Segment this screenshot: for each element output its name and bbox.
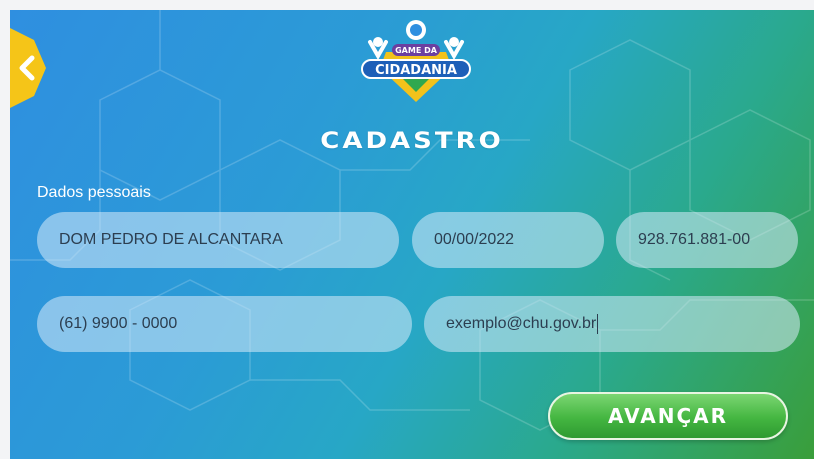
birthdate-field[interactable]: 00/00/2022 bbox=[412, 212, 604, 268]
phone-field[interactable]: (61) 9900 - 0000 bbox=[37, 296, 412, 352]
name-field[interactable]: DOM PEDRO DE ALCANTARA bbox=[37, 212, 399, 268]
advance-button-label: AVANÇAR bbox=[607, 404, 728, 428]
name-value: DOM PEDRO DE ALCANTARA bbox=[59, 231, 283, 248]
advance-button[interactable]: AVANÇAR bbox=[548, 392, 788, 440]
email-field[interactable]: exemplo@chu.gov.br bbox=[424, 296, 800, 352]
email-value: exemplo@chu.gov.br bbox=[446, 315, 597, 332]
cpf-value: 928.761.881-00 bbox=[638, 231, 751, 248]
back-button[interactable] bbox=[10, 28, 46, 108]
game-da-cidadania-logo: GAME DA CIDADANIA bbox=[356, 12, 476, 104]
text-caret bbox=[597, 314, 599, 334]
phone-value: (61) 9900 - 0000 bbox=[59, 315, 178, 332]
chevron-left-icon bbox=[10, 28, 46, 108]
section-label-personal-data: Dados pessoais bbox=[37, 184, 151, 201]
registration-screen: GAME DA CIDADANIA CADASTRO Dados pessoai… bbox=[10, 10, 814, 459]
page-title: CADASTRO bbox=[320, 128, 504, 154]
logo-text-bottom: CIDADANIA bbox=[375, 63, 457, 78]
cpf-field[interactable]: 928.761.881-00 bbox=[616, 212, 798, 268]
birthdate-value: 00/00/2022 bbox=[434, 231, 515, 248]
logo-text-top: GAME DA bbox=[395, 46, 438, 55]
